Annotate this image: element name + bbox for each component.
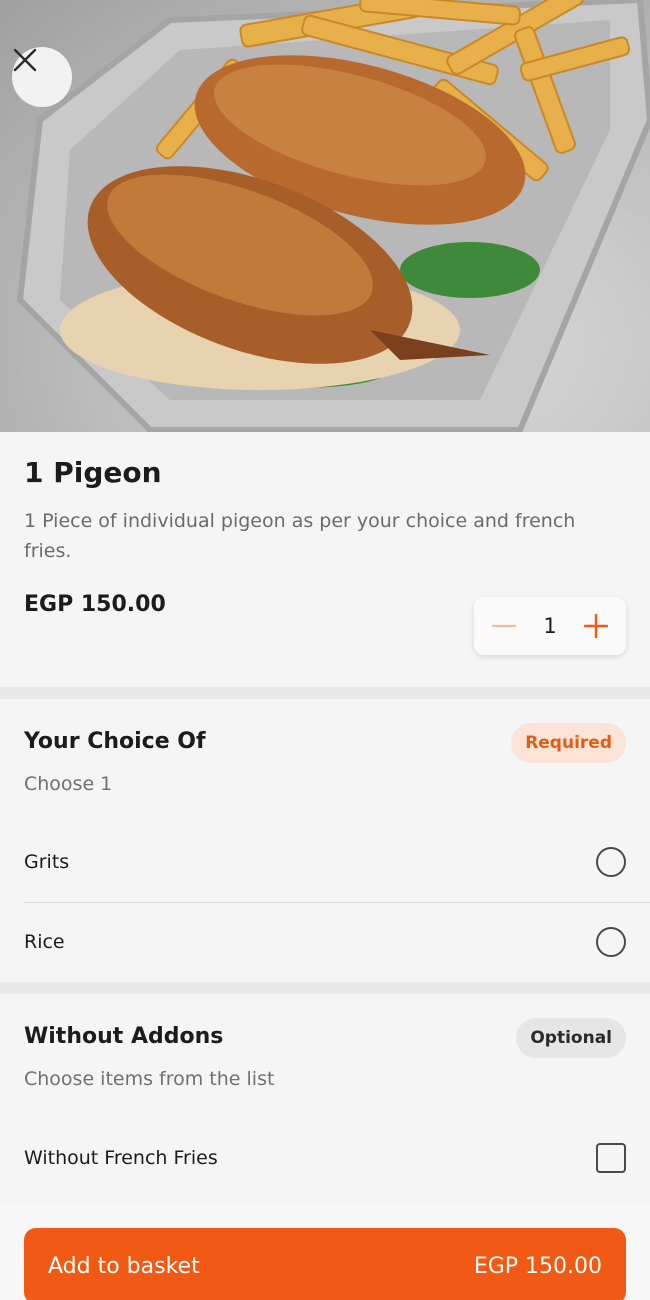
product-info: 1 Pigeon 1 Piece of individual pigeon as… [0, 432, 650, 687]
option-without-french-fries[interactable]: Without French Fries [24, 1118, 650, 1198]
quantity-stepper: 1 [474, 597, 626, 655]
close-button[interactable] [12, 47, 72, 107]
product-title: 1 Pigeon [24, 456, 162, 489]
required-badge: Required [511, 723, 626, 763]
product-photo-illustration [16, 0, 650, 432]
increase-quantity-button[interactable] [584, 614, 608, 638]
option-label: Grits [24, 851, 70, 873]
option-grits[interactable]: Grits [24, 822, 650, 902]
product-image [0, 0, 650, 432]
footer-bar: Add to basket EGP 150.00 [0, 1204, 650, 1300]
option-label: Without French Fries [24, 1147, 218, 1169]
add-to-basket-label: Add to basket [48, 1253, 200, 1279]
section-divider [0, 687, 650, 699]
addons-section: Without Addons Optional Choose items fro… [0, 994, 650, 1204]
addons-section-subtitle: Choose items from the list [24, 1068, 275, 1090]
optional-badge: Optional [516, 1018, 626, 1058]
choice-section: Your Choice Of Required Choose 1 Grits R… [0, 699, 650, 982]
option-rice[interactable]: Rice [24, 902, 650, 982]
quantity-value: 1 [543, 614, 557, 638]
plus-icon [584, 614, 608, 638]
section-divider [0, 982, 650, 994]
choice-section-title: Your Choice Of [24, 729, 206, 754]
decrease-quantity-button[interactable] [492, 614, 516, 638]
option-label: Rice [24, 931, 65, 953]
close-icon [13, 48, 37, 72]
radio-button[interactable] [596, 847, 626, 877]
choice-section-subtitle: Choose 1 [24, 773, 113, 795]
add-to-basket-button[interactable]: Add to basket EGP 150.00 [24, 1228, 626, 1300]
radio-button[interactable] [596, 927, 626, 957]
basket-total: EGP 150.00 [473, 1253, 602, 1279]
checkbox[interactable] [596, 1143, 626, 1173]
minus-icon [492, 624, 516, 628]
addons-section-title: Without Addons [24, 1024, 224, 1049]
product-description: 1 Piece of individual pigeon as per your… [24, 510, 576, 562]
product-price: EGP 150.00 [24, 592, 166, 617]
